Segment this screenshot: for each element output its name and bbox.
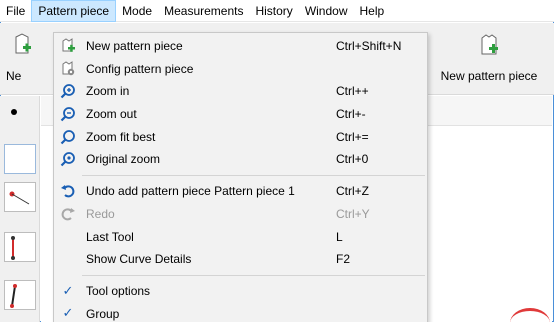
toolbar-new-button[interactable]: Ne	[6, 29, 36, 89]
menu-item-zoom-fit-best[interactable]: Zoom fit best Ctrl+=	[54, 126, 427, 149]
new-piece-icon	[14, 33, 32, 58]
tool-panel	[0, 96, 40, 322]
menu-bar: File Pattern piece Mode Measurements His…	[0, 0, 554, 22]
angle-line-icon	[10, 284, 17, 308]
redo-icon	[60, 206, 76, 222]
zoom-out-icon	[60, 106, 76, 122]
menu-item-redo[interactable]: Redo Ctrl+Y	[54, 203, 427, 226]
menu-item-tool-options[interactable]: ✓ Tool options	[54, 280, 427, 303]
line-tool-icon	[9, 191, 30, 205]
tool-line-button[interactable]	[4, 182, 36, 212]
pattern-piece-menu: New pattern piece Ctrl+Shift+N Config pa…	[53, 32, 428, 322]
menu-item-config-pattern-piece[interactable]: Config pattern piece	[54, 58, 427, 81]
new-piece-icon	[478, 33, 500, 60]
tool-mode-radio[interactable]	[6, 104, 22, 120]
menu-item-undo[interactable]: Undo add pattern piece Pattern piece 1 C…	[54, 180, 427, 203]
menu-item-group[interactable]: ✓ Group	[54, 303, 427, 322]
toolbar-new-label: Ne	[6, 69, 22, 83]
check-icon: ✓	[62, 282, 74, 298]
menu-help[interactable]: Help	[354, 0, 391, 22]
tool-vertical-line-button[interactable]	[4, 232, 36, 262]
menu-item-zoom-out[interactable]: Zoom out Ctrl+-	[54, 103, 427, 126]
toolbar-new-pattern-piece-button[interactable]: New pattern piece	[430, 29, 548, 89]
new-piece-icon	[60, 38, 76, 54]
check-icon: ✓	[62, 305, 74, 321]
menu-measurements[interactable]: Measurements	[158, 0, 249, 22]
menu-mode[interactable]: Mode	[116, 0, 158, 22]
original-zoom-icon	[60, 151, 76, 167]
zoom-fit-icon	[60, 129, 76, 145]
menu-pattern-piece[interactable]: Pattern piece	[31, 0, 117, 22]
menu-item-original-zoom[interactable]: Original zoom Ctrl+0	[54, 148, 427, 171]
tool-point-button[interactable]	[4, 144, 36, 174]
menu-item-last-tool[interactable]: Last Tool L	[54, 226, 427, 249]
zoom-in-icon	[60, 83, 76, 99]
menu-item-show-curve-details[interactable]: Show Curve Details F2	[54, 248, 427, 271]
tool-angle-line-button[interactable]	[4, 280, 36, 310]
menu-item-new-pattern-piece[interactable]: New pattern piece Ctrl+Shift+N	[54, 35, 427, 58]
config-piece-icon	[60, 60, 76, 77]
menu-item-zoom-in[interactable]: Zoom in Ctrl++	[54, 80, 427, 103]
undo-icon	[60, 183, 76, 199]
toolbar-new-pattern-piece-label: New pattern piece	[440, 69, 538, 83]
menu-file[interactable]: File	[0, 0, 31, 22]
menu-separator	[54, 271, 427, 280]
menu-window[interactable]: Window	[299, 0, 354, 22]
vertical-line-icon	[11, 236, 15, 260]
menu-separator	[54, 171, 427, 180]
menu-history[interactable]: History	[249, 0, 298, 22]
